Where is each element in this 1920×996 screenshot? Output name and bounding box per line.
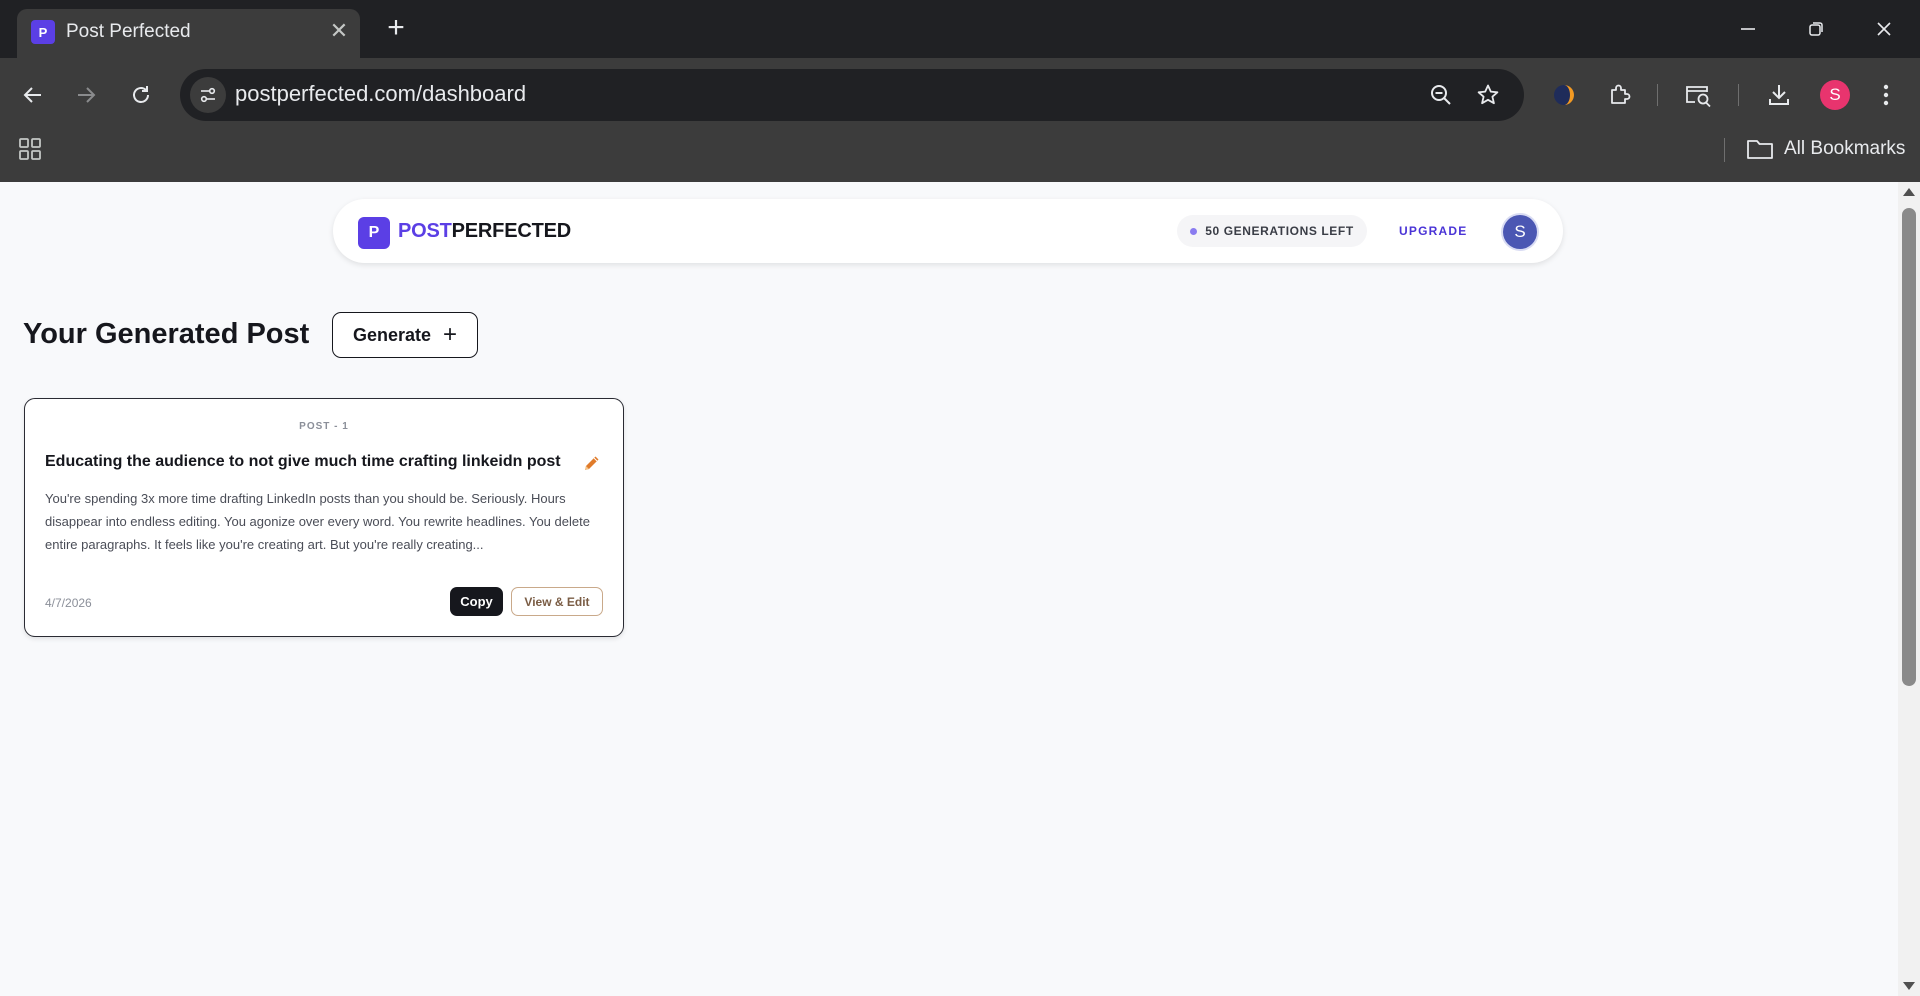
close-window-icon[interactable] (1864, 14, 1904, 44)
generations-left-badge: 50 GENERATIONS LEFT (1177, 215, 1367, 247)
scroll-up-icon[interactable] (1903, 188, 1915, 196)
generations-left-text: 50 GENERATIONS LEFT (1205, 224, 1354, 238)
apps-grid-icon[interactable] (18, 137, 42, 161)
url-text[interactable]: postperfected.com/dashboard (235, 81, 526, 107)
tab-favicon-icon: P (31, 20, 55, 44)
plus-icon: + (443, 321, 458, 348)
folder-icon[interactable] (1746, 137, 1774, 161)
forward-icon[interactable] (71, 80, 101, 110)
user-avatar[interactable]: S (1503, 215, 1537, 249)
bookmark-star-icon[interactable] (1475, 82, 1501, 108)
search-tab-icon[interactable] (1682, 80, 1714, 110)
post-number-tag: POST - 1 (299, 421, 349, 432)
upgrade-link[interactable]: UPGRADE (1399, 224, 1467, 238)
logo-part-perfected: PERFECTED (451, 220, 572, 242)
post-card: POST - 1 Educating the audience to not g… (24, 398, 624, 637)
toolbar-divider (1738, 84, 1739, 106)
app-header: P POSTPERFECTED 50 GENERATIONS LEFT UPGR… (333, 199, 1563, 263)
menu-kebab-icon[interactable] (1870, 80, 1902, 110)
site-info-icon[interactable] (190, 77, 226, 113)
post-date: 4/7/2026 (45, 596, 92, 610)
extensions-icon[interactable] (1603, 80, 1635, 110)
browser-tab[interactable]: P Post Perfected ✕ (17, 9, 360, 58)
page-title: Your Generated Post (23, 318, 310, 350)
logo-icon[interactable]: P (358, 217, 390, 249)
restore-icon[interactable] (1796, 14, 1836, 44)
page-content: P POSTPERFECTED 50 GENERATIONS LEFT UPGR… (0, 182, 1898, 996)
address-bar[interactable]: postperfected.com/dashboard (180, 69, 1524, 121)
all-bookmarks-link[interactable]: All Bookmarks (1784, 138, 1905, 160)
tab-strip: P Post Perfected ✕ + (0, 0, 1920, 58)
new-tab-icon[interactable]: + (381, 13, 411, 44)
scroll-thumb[interactable] (1902, 208, 1916, 686)
post-title: Educating the audience to not give much … (45, 453, 561, 470)
reload-icon[interactable] (126, 80, 156, 110)
tab-close-icon[interactable]: ✕ (327, 19, 351, 43)
status-dot-icon (1190, 227, 1198, 235)
generate-button[interactable]: Generate + (332, 312, 478, 358)
pencil-edit-icon[interactable] (582, 453, 602, 473)
tab-title: Post Perfected (66, 21, 191, 42)
copy-button[interactable]: Copy (450, 587, 503, 616)
toolbar-divider (1657, 84, 1658, 106)
post-excerpt: You're spending 3x more time drafting Li… (45, 491, 590, 552)
minimize-icon[interactable] (1728, 14, 1768, 44)
page-scrollbar[interactable] (1898, 182, 1920, 996)
scroll-down-icon[interactable] (1903, 982, 1915, 990)
zoom-icon[interactable] (1428, 82, 1454, 108)
extension-app-icon[interactable] (1548, 80, 1580, 110)
generate-button-label: Generate (352, 324, 432, 345)
view-edit-button[interactable]: View & Edit (511, 587, 603, 616)
browser-chrome: P Post Perfected ✕ + postperfected.com/d… (0, 0, 1920, 182)
logo-part-post: POST (398, 220, 452, 242)
download-icon[interactable] (1763, 80, 1795, 110)
bookmarks-divider (1724, 138, 1725, 162)
profile-avatar[interactable]: S (1820, 80, 1850, 110)
logo-wordmark[interactable]: POSTPERFECTED (398, 220, 571, 243)
back-icon[interactable] (18, 80, 48, 110)
